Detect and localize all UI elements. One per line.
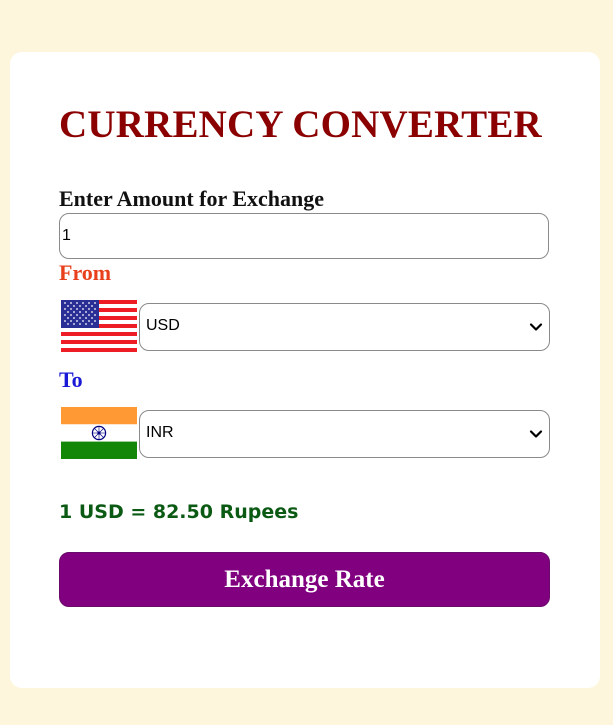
to-currency-select[interactable]: INR bbox=[139, 410, 550, 458]
exchange-result: 1 USD = 82.50 Rupees bbox=[59, 501, 299, 523]
chevron-down-icon bbox=[529, 323, 543, 331]
converter-card: CURRENCY CONVERTER Enter Amount for Exch… bbox=[10, 52, 600, 688]
from-label: From bbox=[59, 260, 112, 285]
to-label: To bbox=[59, 367, 83, 392]
from-currency-value: USD bbox=[146, 317, 180, 334]
amount-label: Enter Amount for Exchange bbox=[59, 186, 325, 211]
to-currency-value: INR bbox=[146, 424, 174, 441]
amount-input[interactable] bbox=[59, 213, 549, 259]
page-title: CURRENCY CONVERTER bbox=[59, 103, 542, 146]
chevron-down-icon bbox=[529, 430, 543, 438]
us-flag-icon bbox=[61, 300, 137, 352]
from-currency-select[interactable]: USD bbox=[139, 303, 550, 351]
india-flag-icon bbox=[61, 407, 137, 459]
exchange-rate-button[interactable]: Exchange Rate bbox=[59, 552, 550, 607]
